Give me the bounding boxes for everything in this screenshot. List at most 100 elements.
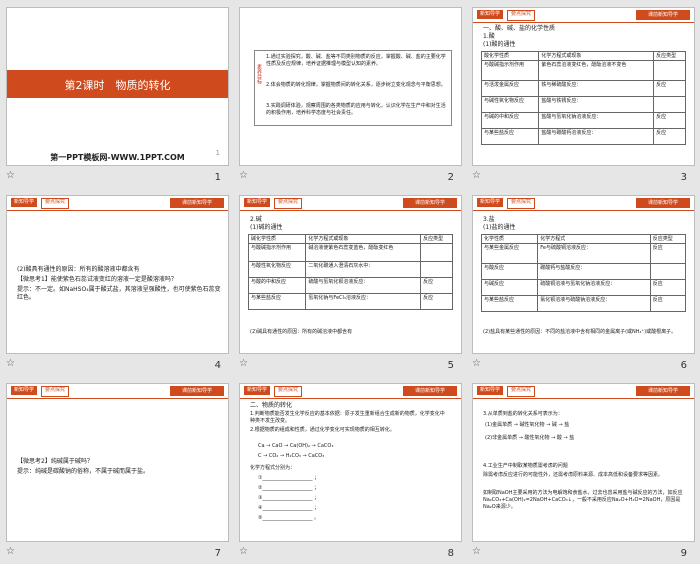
industry-heading: 4.工业生产中制取某物质需考虑的问题 [483,463,568,469]
chain-node: Ca(OH)₂ [289,443,310,449]
star-icon: ☆ [239,358,248,369]
slide-header: 新知导学 要点探究 课前新知导学 [240,196,461,211]
table-cell: 与某些盐反应 [480,295,539,312]
chain-node: 碱 [551,422,557,428]
table-cell [420,243,453,262]
chain-row-2: C → CO₂ → H₂CO₃ → CaCO₃ [258,453,325,459]
tab-new-knowledge: 新知导学 [477,386,504,395]
table-cell [653,96,686,113]
slide-canvas[interactable]: 新知导学 要点探究 课前新知导学 一、酸、碱、盐的化学性质 1.酸 (1)酸的通… [472,7,695,166]
slide-thumb-7[interactable]: 新知导学 要点探究 课前新知导学 【微思考2】纯碱属于碱吗？ 提示：纯碱是碳酸钠… [0,376,233,564]
transformation-rule-2: 2.根据物质的组成和性质，通过化学变化可实现物质的相互转化。 [250,427,395,433]
slide-header: 新知导学 要点探究 课前新知导学 [473,384,694,399]
table-header: 化学性质 [480,234,539,244]
chain-node: 碱性氧化物 [519,422,545,428]
sub-heading-2: (1)碱的通性 [250,224,283,231]
tab-key-points: 要点探究 [507,10,536,21]
slide-subtitle: 第一PPT模板网-WWW.1PPT.COM [50,153,185,162]
blank-line: ④____________________ ； [258,505,320,511]
slide-canvas[interactable]: 新知导学 要点探究 课前新知导学 二、物质的转化 1.判断物质能否发生化学反应的… [239,383,462,542]
table-cell: 硫酸与氢氧化钡溶液反应： [305,277,422,294]
slide-thumb-6[interactable]: 新知导学 要点探究 课前新知导学 3.盐 (1)盐的通性 化学性质 化学方程式 反应… [466,188,699,376]
chain-node: 酸 [556,435,562,441]
objective-2: 2.体会物质的转化规律，掌握物质间的转化关系，逐步树立变化观念与平衡思想。 [266,82,446,88]
equation-heading: 化学方程式分别为： [250,465,296,471]
table-cell: 盐酸与铁锈反应： [538,96,655,113]
table-header: 化学方程式 [537,234,651,244]
table-cell: 与酸性氧化物反应 [247,261,307,278]
metal-chain: (1)金属单质 → 碱性氧化物 → 碱 → 盐 [485,422,570,428]
slide-thumb-5[interactable]: 新知导学 要点探究 课前新知导学 2.碱 (1)碱的通性 碱化学性质 化学方程式或… [233,188,466,376]
slide-header: 新知导学 要点探究 课前新知导学 [7,196,228,211]
blank-line: ⑤____________________ 。 [258,515,320,521]
slide-thumb-2[interactable]: 素养目标 1.通过实验探究，酸、碱、盐等不同类别物质的反应，掌握酸、碱、盐的主要… [233,0,466,188]
slide-thumb-8[interactable]: 新知导学 要点探究 课前新知导学 二、物质的转化 1.判断物质能否发生化学反应的… [233,376,466,564]
tab-new-knowledge: 新知导学 [244,198,271,207]
chain-node: H₂CO₃ [285,453,301,459]
acid-reason-text: (2)酸具有通性的原因：所有的酸溶液中都含有 [17,266,140,273]
table-cell [649,263,687,280]
section-tag: 课前新知导学 [403,198,457,208]
salt-properties-table: 化学性质 化学方程式 反应类型 与某些金属反应 Fe与硫酸铜溶液反应： 反应 与酸反应碳… [480,234,687,312]
slide-header: 新知导学 要点探究 课前新知导学 [240,384,461,399]
base-properties-table: 碱化学性质 化学方程式或现象 反应类型 与酸碱指示剂作用 碱溶液使紫色石蕊变蓝色，酚酞… [247,234,453,310]
slide-canvas[interactable]: 新知导学 要点探究 课前新知导学 【微思考2】纯碱属于碱吗？ 提示：纯碱是碳酸钠… [6,383,229,542]
conversion-heading: 3.从单质到盐的转化关系可表示为： [483,411,563,417]
chain-node: C [258,453,262,459]
slide-number: 7 [214,548,221,559]
slide-sorter-grid: 第2课时 物质的转化 第一PPT模板网-WWW.1PPT.COM 1 ☆ 1 素… [0,0,700,564]
chain-node: CO₂ [268,453,279,459]
table-header: 化学方程式或现象 [305,234,422,244]
star-icon: ☆ [6,358,15,369]
acid-properties-table: 酸化学性质 化学方程式或现象 反应类型 与酸碱指示剂作用 紫色石蕊溶液变红色，酚酞溶液… [480,51,686,145]
slide-thumb-9[interactable]: 新知导学 要点探究 课前新知导学 3.从单质到盐的转化关系可表示为： (1)金属… [466,376,699,564]
slide-number: 1 [214,172,221,183]
table-cell: 盐酸与碳酸钙溶液反应： [538,128,655,145]
blank-line: ①____________________ ； [258,475,320,481]
table-cell: 与某些盐反应 [480,128,540,145]
think-question: 【微思考1】能使紫色石蕊试液变红的溶液一定是酸溶液吗？ [17,276,177,283]
blank-line: ②____________________ ； [258,485,320,491]
naoh-text: 如制取NaOH主要采用的方法为电解饱和食盐水，过去也曾采用盐与碱反应的方法，如反… [483,490,683,510]
nonmetal-chain: (2)非金属单质 → 酸性氧化物 → 酸 → 盐 [485,435,575,441]
slide-thumb-3[interactable]: 新知导学 要点探究 课前新知导学 一、酸、碱、盐的化学性质 1.酸 (1)酸的通… [466,0,699,188]
chain-row-1: Ca → CaO → Ca(OH)₂ → CaCO₃ [258,443,334,449]
table-cell: 与碱的中和反应 [480,112,540,129]
industry-text: 除需考虑反应进行的可能性外，还需考虑原料来源、成本高低和设备要求等因素。 [483,472,664,478]
slide-canvas[interactable]: 新知导学 要点探究 课前新知导学 3.盐 (1)盐的通性 化学性质 化学方程式 反应… [472,195,695,354]
table-cell: 反应 [420,277,453,294]
chain-node: CaCO₃ [308,453,325,459]
table-header: 反应类型 [420,234,453,244]
tab-new-knowledge: 新知导学 [244,386,271,395]
slide-canvas[interactable]: 新知导学 要点探究 课前新知导学 2.碱 (1)碱的通性 碱化学性质 化学方程式或… [239,195,462,354]
table-cell [420,261,453,278]
slide-header: 新知导学 要点探究 课前新知导学 [473,8,694,23]
slide-canvas[interactable]: 第2课时 物质的转化 第一PPT模板网-WWW.1PPT.COM 1 [6,7,229,166]
slide-canvas[interactable]: 新知导学 要点探究 课前新知导学 3.从单质到盐的转化关系可表示为： (1)金属… [472,383,695,542]
slide-canvas[interactable]: 素养目标 1.通过实验探究，酸、碱、盐等不同类别物质的反应，掌握酸、碱、盐的主要… [239,7,462,166]
table-cell: 氢氧化钠与FeCl₃溶液反应： [305,293,422,310]
blank-line: ③____________________ ； [258,495,320,501]
section-tag: 课前新知导学 [170,386,224,396]
section-tag: 课前新知导学 [403,386,457,396]
slide-canvas[interactable]: 新知导学 要点探究 课前新知导学 (2)酸具有通性的原因：所有的酸溶液中都含有 … [6,195,229,354]
table-cell: 反应 [649,295,687,312]
star-icon: ☆ [239,546,248,557]
chain-node: CaCO₃ [317,443,334,449]
slide-thumb-1[interactable]: 第2课时 物质的转化 第一PPT模板网-WWW.1PPT.COM 1 ☆ 1 [0,0,233,188]
slide-number: 5 [447,360,454,371]
table-cell: 碱溶液使紫色石蕊变蓝色，酚酞变红色 [305,243,422,262]
table-cell: 与碱性氧化物反应 [480,96,540,113]
slide-header: 新知导学 要点探究 课前新知导学 [473,196,694,211]
table-cell: 铁与稀硫酸反应： [538,80,655,97]
objective-1: 1.通过实验探究，酸、碱、盐等不同类别物质的反应，掌握酸、碱、盐的主要化学性质及… [266,54,446,67]
section-heading: 二、物质的转化 [250,402,293,409]
table-cell: 反应 [649,279,687,296]
section-heading: 一、酸、碱、盐的化学性质 [483,25,556,32]
chain-node: (2)非金属单质 [485,435,518,441]
objective-3: 3.实践调研体验，观察周围的各类物质的应用与转化，认识化学在生产中和对生活的积极… [266,103,446,116]
sub-heading: 1.酸 [483,33,495,40]
section-tag: 课前新知导学 [636,386,690,396]
table-cell: 反应 [653,80,686,97]
slide-thumb-4[interactable]: 新知导学 要点探究 课前新知导学 (2)酸具有通性的原因：所有的酸溶液中都含有 … [0,188,233,376]
